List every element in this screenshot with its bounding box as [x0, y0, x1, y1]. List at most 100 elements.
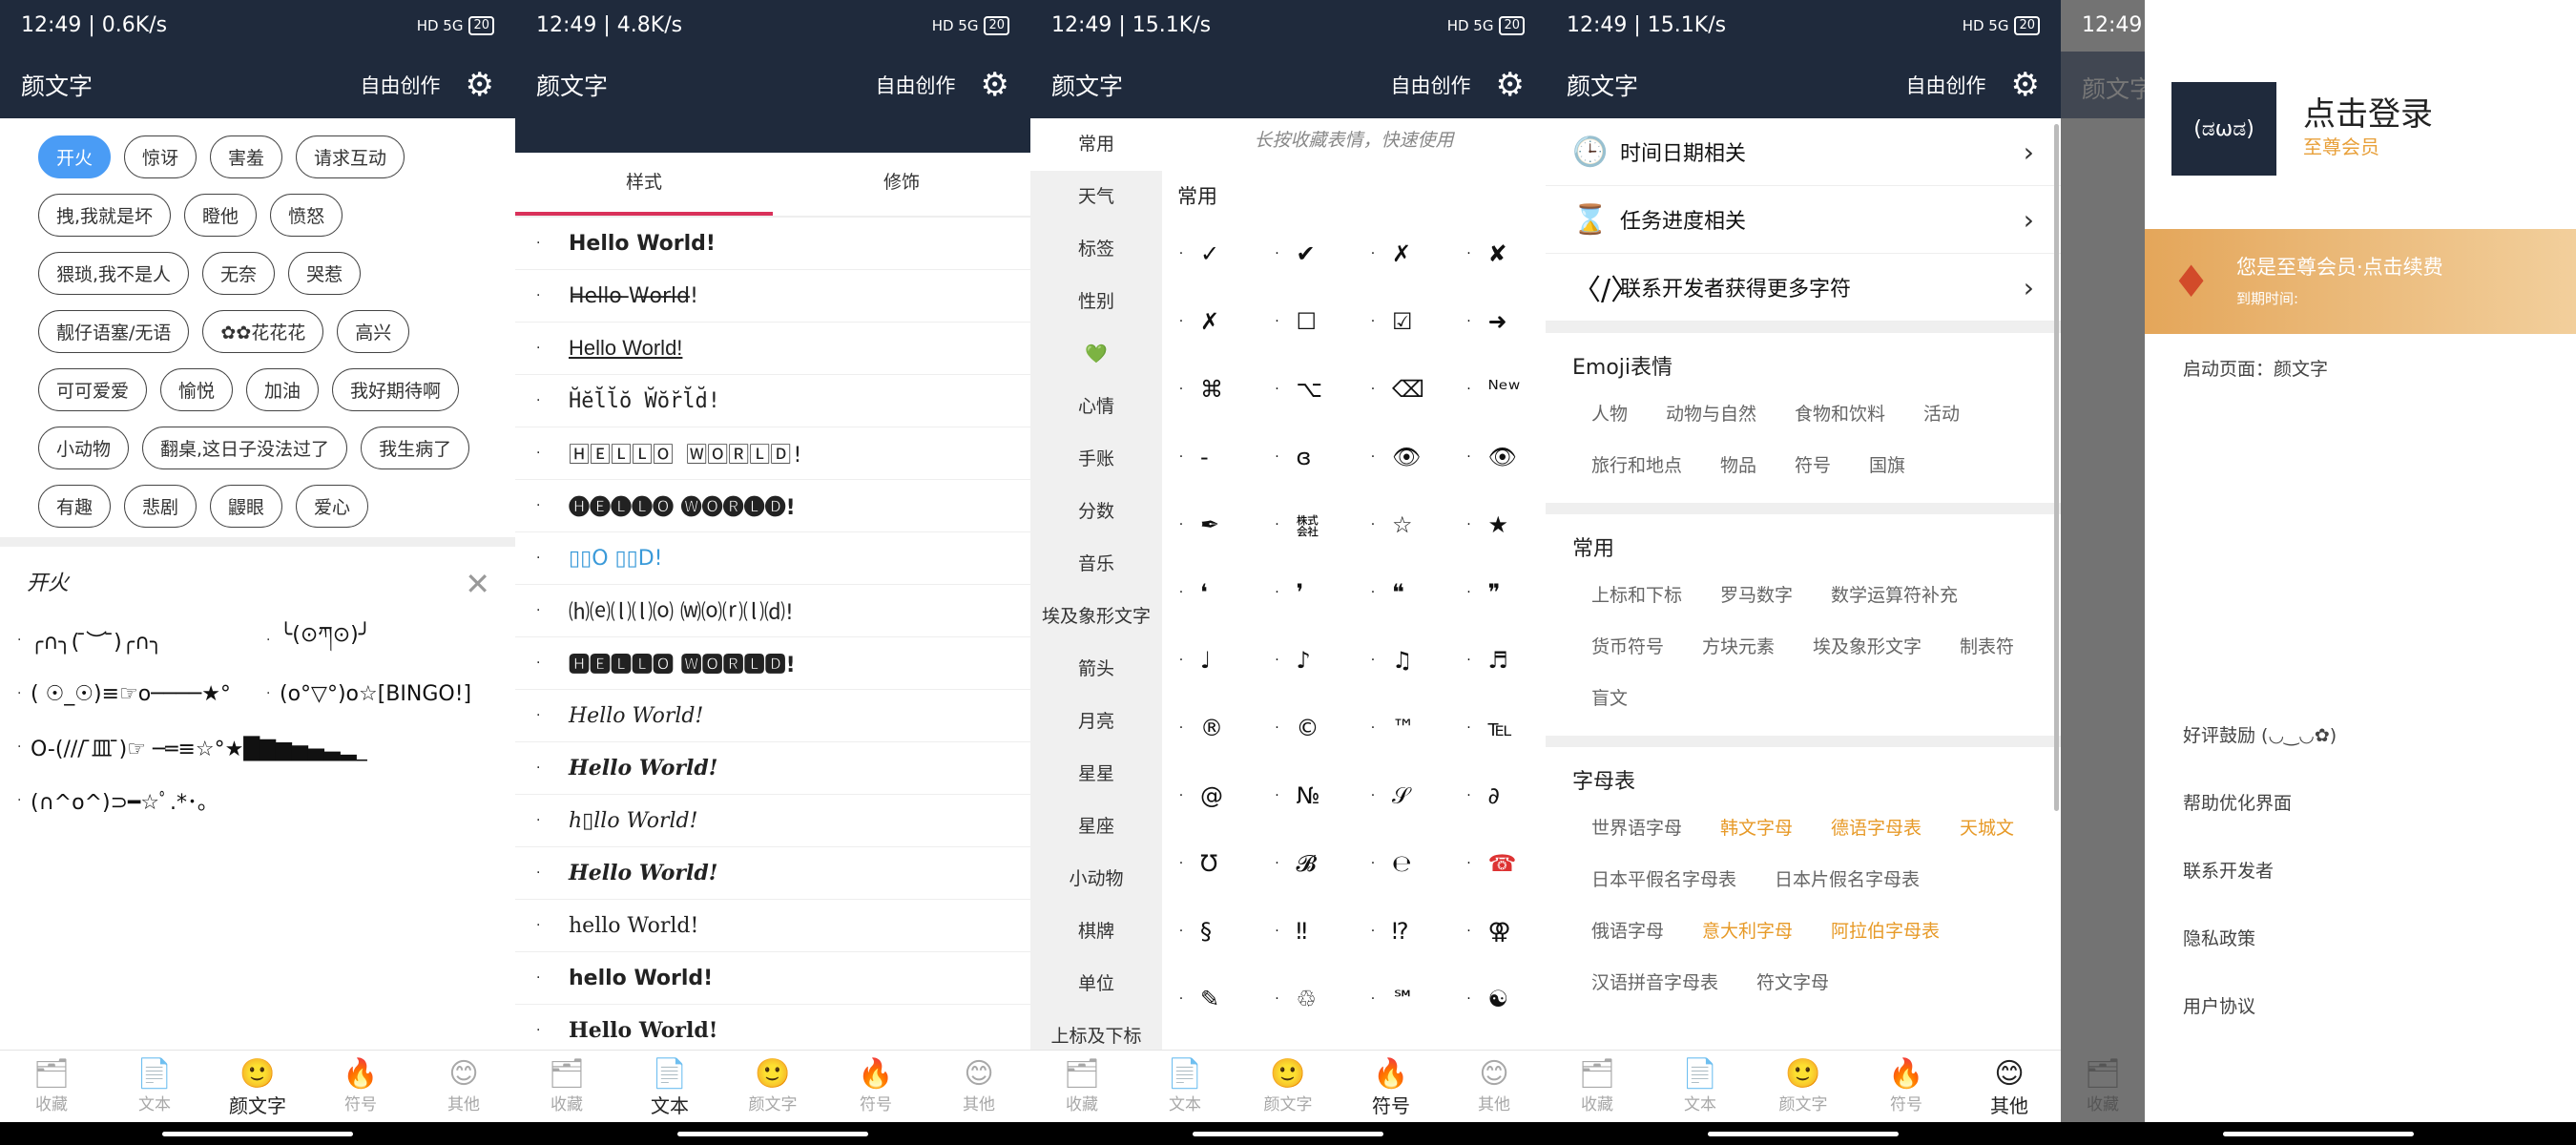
nav-item[interactable]: 📄 文本 [1133, 1051, 1236, 1122]
symbol-item[interactable]: · ℮ [1354, 829, 1450, 897]
sidebar-item[interactable]: 棋牌 [1030, 906, 1162, 958]
tag-link[interactable]: 埃及象形文字 [1794, 621, 1941, 673]
symbol-item[interactable]: · ㍿ [1258, 490, 1355, 558]
symbol-item[interactable]: · ⚢ [1450, 897, 1547, 965]
tag-link[interactable]: 物品 [1701, 440, 1776, 491]
gear-icon[interactable]: ⚙ [1496, 69, 1525, 101]
style-row[interactable]: · hello World! [515, 952, 1030, 1005]
category-chip[interactable]: 惊讶 [124, 135, 197, 178]
sidebar-item[interactable]: 分数 [1030, 486, 1162, 538]
symbol-item[interactable]: · ☆ [1354, 490, 1450, 558]
symbol-item[interactable]: · 𝓑 [1258, 829, 1355, 897]
style-row[interactable]: · Hello World! [515, 323, 1030, 375]
category-chip[interactable]: 小动物 [38, 427, 130, 469]
drawer-menu-item[interactable]: 好评鼓励 (◡‿◡✿) [2183, 721, 2337, 789]
category-chip[interactable]: 愤怒 [270, 194, 343, 237]
drawer-scrim[interactable]: 12:49 颜文字 🗂 收藏 [2061, 0, 2145, 1145]
symbol-item[interactable]: · ♫ [1354, 626, 1450, 694]
category-chip[interactable]: 加油 [246, 368, 320, 411]
drawer-menu-item[interactable]: 用户协议 [2183, 992, 2337, 1060]
sidebar-item[interactable]: 手账 [1030, 433, 1162, 486]
symbol-item[interactable]: · ❛ [1162, 558, 1258, 626]
symbol-item[interactable]: · ✓ [1162, 219, 1258, 287]
login-button[interactable]: 点击登录 [2303, 88, 2433, 135]
tag-link[interactable]: 意大利字母 [1683, 906, 1812, 957]
tag-link[interactable]: 制表符 [1941, 621, 2033, 673]
symbol-item[interactable]: · ❜ [1258, 558, 1355, 626]
symbol-item[interactable]: · ✒ [1162, 490, 1258, 558]
style-row[interactable]: · ⒣⒠⒧⒧⒪ ⒲⒪⒭⒧⒟! [515, 585, 1030, 637]
category-chip[interactable]: ✿✿花花花 [202, 310, 324, 353]
style-row[interactable]: · H̶e̶l̶l̶o̶ ̶W̶o̶r̶l̶d̶! [515, 270, 1030, 323]
sidebar-item[interactable]: 星座 [1030, 801, 1162, 853]
drawer-menu-item[interactable]: 帮助优化界面 [2183, 789, 2337, 857]
symbol-item[interactable]: · 𝒮 [1354, 761, 1450, 829]
free-create-button[interactable]: 自由创作 [1906, 71, 1986, 99]
tag-link[interactable]: 汉语拼音字母表 [1572, 957, 1737, 1009]
style-row[interactable]: · H̆ĕl̆l̆ŏ W̆ŏr̆l̆d̆! [515, 375, 1030, 427]
style-row[interactable]: · 🅷🅴🅻🅻🅾 🆆🅾🆁🅻🅳! [515, 637, 1030, 690]
sidebar-item[interactable]: 常用 [1030, 118, 1162, 171]
category-chip[interactable]: 我好期待啊 [332, 368, 460, 411]
nav-item[interactable]: 📄 文本 [103, 1051, 206, 1122]
nav-item[interactable]: 🙂 颜文字 [1236, 1051, 1340, 1122]
symbol-item[interactable]: · - [1162, 423, 1258, 490]
tag-link[interactable]: 俄语字母 [1572, 906, 1683, 957]
sidebar-item[interactable]: 💚 [1030, 328, 1162, 381]
sidebar-item[interactable]: 心情 [1030, 381, 1162, 433]
tag-link[interactable]: 食物和饮料 [1776, 388, 1904, 440]
gear-icon[interactable]: ⚙ [466, 69, 494, 101]
symbol-item[interactable]: · ✔ [1258, 219, 1355, 287]
close-icon[interactable]: ✕ [465, 566, 490, 602]
symbol-item[interactable]: · @ [1162, 761, 1258, 829]
tab-style[interactable]: 样式 [515, 153, 773, 216]
tag-link[interactable]: 天城文 [1941, 802, 2033, 854]
symbol-item[interactable]: · ➜ [1450, 287, 1547, 355]
nav-item[interactable]: 🔥 符号 [1855, 1051, 1958, 1122]
drawer-menu-item[interactable]: 联系开发者 [2183, 857, 2337, 925]
tab-decoration[interactable]: 修饰 [773, 153, 1030, 216]
symbol-item[interactable]: · ∂ [1450, 761, 1547, 829]
sidebar-item[interactable]: 音乐 [1030, 538, 1162, 591]
tag-link[interactable]: 罗马数字 [1701, 570, 1812, 621]
category-chip[interactable]: 我生病了 [361, 427, 470, 469]
symbol-item[interactable]: · ℡ [1450, 694, 1547, 761]
sidebar-item[interactable]: 月亮 [1030, 696, 1162, 748]
tag-link[interactable]: 韩文字母 [1701, 802, 1812, 854]
emote-item[interactable]: · (∩^o^)⊃━☆ﾟ.*･｡ [17, 774, 515, 827]
symbol-item[interactable]: · ♪ [1258, 626, 1355, 694]
sidebar-item[interactable]: 小动物 [1030, 853, 1162, 906]
style-row[interactable]: · Hello World! [515, 690, 1030, 742]
symbol-item[interactable]: · ✎ [1162, 965, 1258, 1032]
sidebar-item[interactable]: 星星 [1030, 748, 1162, 801]
free-create-button[interactable]: 自由创作 [1391, 71, 1471, 99]
symbol-item[interactable]: · ☐ [1258, 287, 1355, 355]
symbol-item[interactable]: · ♬ [1450, 626, 1547, 694]
symbol-item[interactable]: · ☯ [1450, 965, 1547, 1032]
style-row[interactable]: · 🄷🄴🄻🄻🄾 🅆🄾🅁🄻🄳! [515, 427, 1030, 480]
link-row[interactable]: 🕒 时间日期相关 › [1546, 118, 2061, 186]
tag-link[interactable]: 日本片假名字母表 [1755, 854, 1939, 906]
category-chip[interactable]: 翻桌,这日子没法过了 [142, 427, 348, 469]
nav-item[interactable]: 🔥 符号 [309, 1051, 412, 1122]
symbol-item[interactable]: · ♩ [1162, 626, 1258, 694]
style-row[interactable]: · ▯▯O ▯▯D! [515, 532, 1030, 585]
category-chip[interactable]: 无奈 [202, 252, 276, 295]
category-chip[interactable]: 害羞 [210, 135, 283, 178]
symbol-item[interactable]: · Ʊ [1162, 829, 1258, 897]
tag-link[interactable]: 盲文 [1572, 673, 1647, 724]
style-row[interactable]: · Hello World! [515, 1005, 1030, 1050]
nav-item[interactable]: 🗂 收藏 [515, 1051, 618, 1122]
emote-item[interactable]: · ( ☉_☉)≡☞o────★° [17, 667, 266, 720]
symbol-item[interactable]: · ❞ [1450, 558, 1547, 626]
link-row[interactable]: 〈/〉 联系开发者获得更多字符 › [1546, 254, 2061, 322]
tag-link[interactable]: 日本平假名字母表 [1572, 854, 1755, 906]
symbol-item[interactable]: · 👁 [1450, 423, 1547, 490]
tag-link[interactable]: 方块元素 [1683, 621, 1794, 673]
tag-link[interactable]: 数学运算符补充 [1812, 570, 1977, 621]
symbol-item[interactable]: · ★ [1450, 490, 1547, 558]
nav-item[interactable]: 📄 文本 [618, 1051, 721, 1122]
vip-banner[interactable]: ♦ 您是至尊会员·点击续费 到期时间: [2145, 229, 2576, 334]
symbol-item[interactable]: · © [1258, 694, 1355, 761]
symbol-item[interactable]: · ☑ [1354, 287, 1450, 355]
